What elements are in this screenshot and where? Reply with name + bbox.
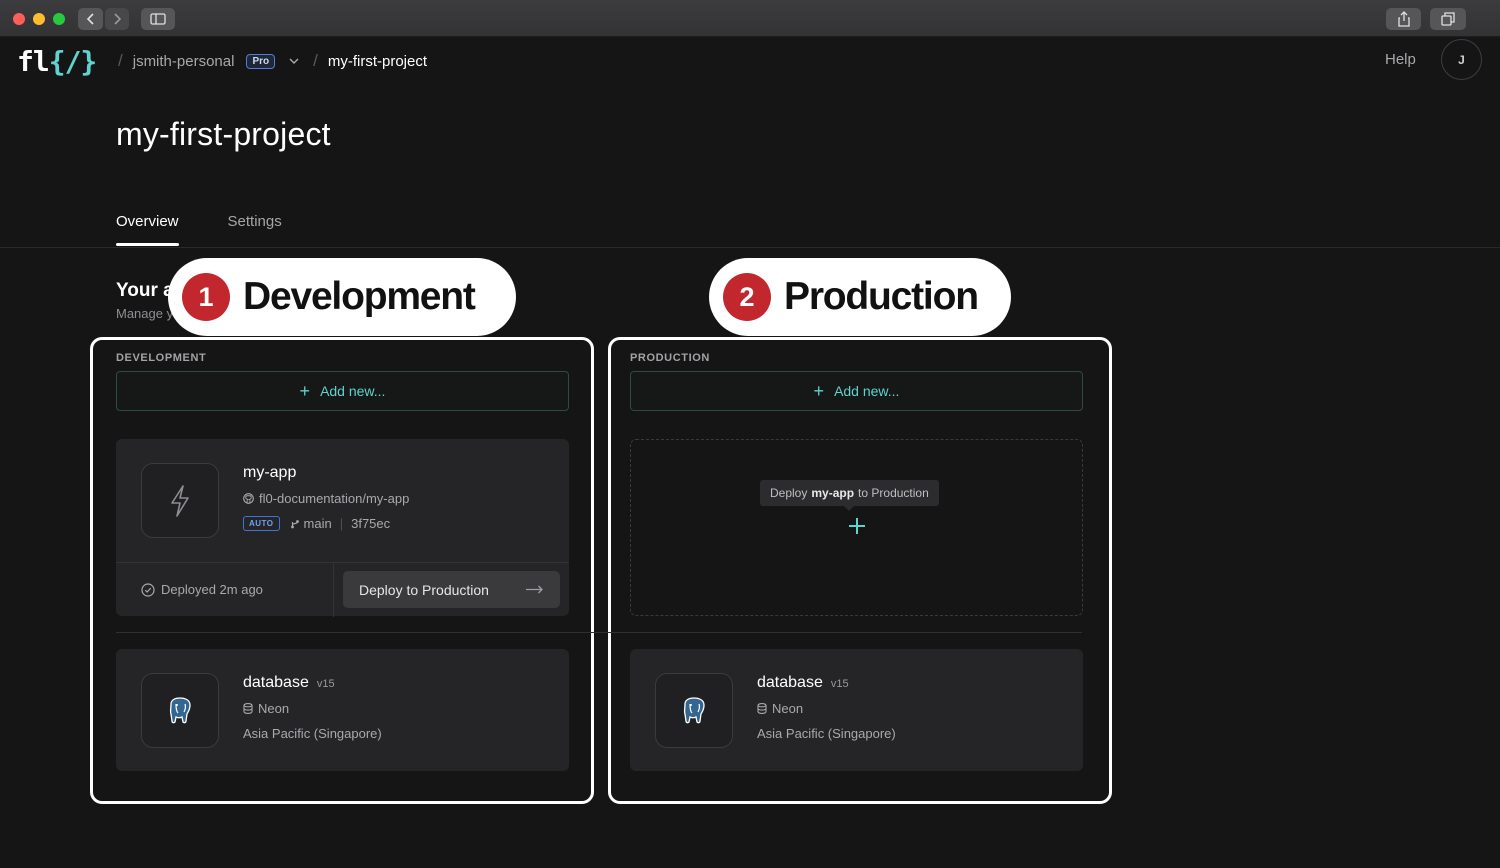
database-region: Asia Pacific (Singapore) (243, 726, 382, 741)
provider-name: Neon (772, 701, 804, 716)
app-repo[interactable]: fl0-documentation/my-app (243, 491, 409, 506)
github-icon (243, 493, 254, 504)
callout-label: Development (243, 275, 476, 318)
database-card-development[interactable]: database v15 Neon Asia Pacific (Singapore… (116, 649, 569, 771)
section-subtitle: Manage y (116, 306, 174, 321)
database-version: v15 (316, 678, 335, 690)
tabs-overview-button[interactable] (1430, 8, 1466, 30)
callout-number: 2 (723, 273, 771, 321)
database-icon (243, 703, 253, 714)
app-card-footer: Deployed 2m ago Deploy to Production (116, 562, 569, 617)
callout-label: Production (784, 275, 979, 318)
lightning-icon (171, 484, 189, 517)
forward-button[interactable] (105, 8, 129, 30)
deploy-to-production-button[interactable]: Deploy to Production (343, 571, 560, 608)
deploy-to-production-dropzone[interactable]: Deploy my-app to Production (630, 439, 1083, 616)
chevron-down-icon[interactable] (289, 58, 299, 65)
add-new-label: Add new... (834, 383, 900, 399)
page-title: my-first-project (116, 116, 331, 152)
deploy-button-label: Deploy to Production (359, 581, 489, 598)
callout-production: 2 Production (709, 258, 1011, 336)
breadcrumb-separator: / (313, 51, 318, 70)
deploy-status-text: Deployed 2m ago (161, 582, 263, 597)
breadcrumb: / jsmith-personal Pro / my-first-project (108, 51, 427, 71)
production-label: PRODUCTION (630, 352, 710, 364)
workspace-link[interactable]: jsmith-personal (133, 53, 235, 70)
share-icon (1397, 11, 1410, 27)
arrow-right-icon (526, 585, 543, 594)
footer-divider (333, 563, 334, 617)
database-name[interactable]: database v15 (757, 674, 849, 692)
meta-separator: | (339, 516, 344, 531)
database-provider: Neon (757, 701, 803, 716)
database-region: Asia Pacific (Singapore) (757, 726, 896, 741)
page: fl{/} / jsmith-personal Pro / my-first-p… (0, 37, 1500, 868)
app-meta: AUTO main | 3f75ec (243, 516, 390, 531)
tab-settings[interactable]: Settings (228, 213, 282, 246)
browser-toolbar (0, 0, 1500, 37)
tabs-icon (1441, 12, 1455, 26)
plus-icon[interactable] (848, 517, 866, 535)
add-new-label: Add new... (320, 383, 386, 399)
check-circle-icon (141, 582, 155, 597)
section-divider (116, 632, 1082, 633)
chevron-right-icon (114, 13, 122, 25)
database-name[interactable]: database v15 (243, 674, 335, 692)
app-name[interactable]: my-app (243, 464, 296, 482)
postgres-icon (169, 696, 191, 723)
auto-deploy-badge: AUTO (243, 516, 280, 531)
development-label: DEVELOPMENT (116, 352, 207, 364)
tab-divider (0, 247, 1500, 248)
postgres-icon (683, 696, 705, 723)
plus-icon: + (813, 381, 825, 401)
tooltip-suffix: to Production (858, 486, 929, 500)
section-title: Your a (116, 280, 174, 301)
callout-number: 1 (182, 273, 230, 321)
plan-badge: Pro (246, 53, 276, 69)
app-icon-box (141, 463, 219, 538)
tab-bar: Overview Settings (116, 213, 282, 246)
database-name-text: database (243, 674, 309, 691)
branch-icon (290, 519, 299, 528)
back-button[interactable] (78, 8, 103, 30)
add-new-development-button[interactable]: + Add new... (116, 371, 569, 411)
database-icon-box (141, 673, 219, 748)
chevron-left-icon (86, 13, 94, 25)
project-link[interactable]: my-first-project (328, 53, 427, 70)
deploy-status: Deployed 2m ago (141, 582, 263, 597)
database-name-text: database (757, 674, 823, 691)
share-button[interactable] (1386, 8, 1421, 30)
maximize-window-button[interactable] (53, 13, 65, 25)
deploy-tooltip: Deploy my-app to Production (760, 480, 939, 511)
sidebar-icon (150, 13, 166, 25)
breadcrumb-separator: / (118, 51, 123, 70)
commit-hash: 3f75ec (351, 516, 391, 531)
callout-development: 1 Development (168, 258, 516, 336)
tab-overview[interactable]: Overview (116, 213, 179, 246)
app-card[interactable]: my-app fl0-documentation/my-app AUTO mai… (116, 439, 569, 617)
database-provider: Neon (243, 701, 289, 716)
help-link[interactable]: Help (1385, 51, 1416, 68)
logo[interactable]: fl{/} (17, 45, 97, 78)
add-new-production-button[interactable]: + Add new... (630, 371, 1083, 411)
tooltip-app: my-app (811, 486, 855, 500)
repo-name: fl0-documentation/my-app (259, 491, 410, 506)
sidebar-toggle-button[interactable] (141, 8, 175, 30)
database-version: v15 (830, 678, 849, 690)
branch-name: main (303, 516, 332, 531)
database-card-production[interactable]: database v15 Neon Asia Pacific (Singapore… (630, 649, 1083, 771)
plus-icon: + (299, 381, 311, 401)
database-icon-box (655, 673, 733, 748)
database-icon (757, 703, 767, 714)
tooltip-prefix: Deploy (770, 486, 808, 500)
provider-name: Neon (258, 701, 290, 716)
minimize-window-button[interactable] (33, 13, 45, 25)
close-window-button[interactable] (13, 13, 25, 25)
avatar[interactable]: J (1441, 39, 1482, 80)
